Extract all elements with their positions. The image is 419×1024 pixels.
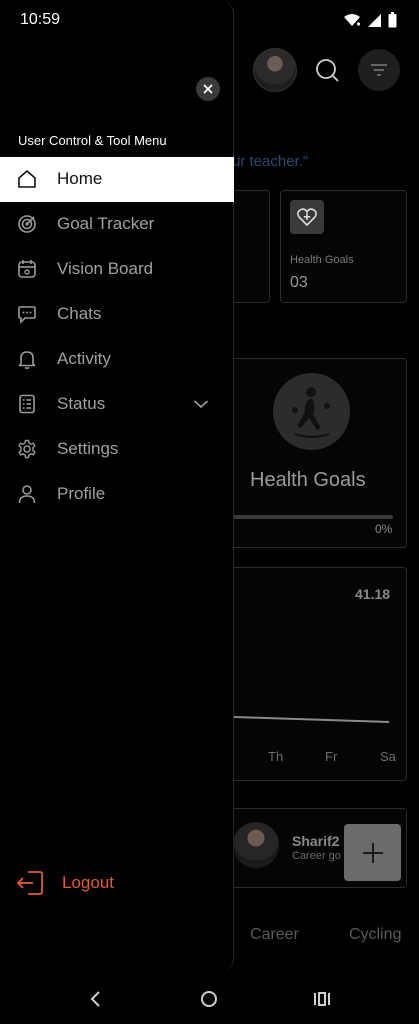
menu-item-activity[interactable]: Activity [0, 337, 234, 382]
plus-icon [362, 842, 383, 863]
chart-day-label: Sa [380, 749, 396, 764]
menu-item-goal-tracker[interactable]: Goal Tracker [0, 202, 234, 247]
home-icon [16, 168, 38, 190]
user-icon [16, 483, 38, 505]
battery-icon [388, 12, 397, 28]
filter-icon [371, 64, 387, 76]
menu-item-label: Chats [57, 304, 102, 324]
logout-button[interactable]: Logout [16, 869, 114, 897]
tab-cycling[interactable]: Cycling [349, 926, 401, 944]
gear-icon [16, 438, 38, 460]
wifi-icon [344, 14, 361, 26]
signal-icon [368, 13, 381, 27]
goal-title: Health Goals [250, 469, 366, 491]
chart-day-label: Fr [325, 749, 338, 764]
goal-progress-bar [232, 515, 393, 519]
calendar-icon [16, 258, 38, 280]
recents-icon[interactable] [313, 990, 331, 1008]
menu-item-label: Activity [57, 349, 111, 368]
search-icon[interactable] [315, 58, 341, 84]
menu-item-status[interactable]: Status [0, 381, 234, 426]
list-icon [16, 393, 38, 415]
menu-item-label: Profile [57, 483, 106, 503]
menu-item-profile[interactable]: Profile [0, 471, 234, 516]
menu-item-chats[interactable]: Chats [0, 292, 234, 337]
menu-item-home[interactable]: Home [0, 157, 234, 202]
menu-item-settings[interactable]: Settings [0, 426, 234, 471]
menu-list: Home Goal Tracker Vision Board Chats Act… [0, 157, 234, 516]
home-nav-icon[interactable] [200, 990, 218, 1008]
chart-day-label: Th [268, 749, 284, 764]
menu-item-label: Settings [57, 438, 119, 458]
header-avatar[interactable] [253, 48, 297, 92]
tab-career[interactable]: Career [250, 926, 299, 944]
chart-value: 41.18 [355, 586, 391, 602]
menu-item-label: Home [57, 169, 103, 189]
health-goals-label: Health Goals [290, 254, 354, 266]
user-name: Sharif2 [292, 833, 340, 849]
chart-line [234, 716, 390, 723]
health-goals-count: 03 [290, 274, 308, 291]
back-icon[interactable] [88, 990, 102, 1008]
quote-text: ur teacher." [232, 153, 309, 170]
chevron-down-icon[interactable] [193, 399, 209, 409]
goal-percent: 0% [375, 522, 393, 536]
chat-icon [16, 303, 38, 325]
target-icon [16, 213, 38, 235]
status-icons [343, 12, 397, 28]
add-button[interactable] [344, 824, 401, 881]
user-avatar [233, 822, 279, 868]
logout-label: Logout [62, 873, 114, 892]
yoga-illustration [273, 373, 350, 450]
close-icon [203, 84, 213, 94]
status-time: 10:59 [20, 11, 61, 28]
status-bar: 10:59 [0, 0, 419, 40]
menu-item-label: Vision Board [57, 259, 154, 279]
menu-heading: User Control & Tool Menu [18, 133, 167, 148]
user-subtitle: Career go [292, 850, 341, 862]
menu-item-label: Goal Tracker [57, 214, 155, 234]
bell-icon [16, 348, 38, 370]
logout-icon [16, 871, 43, 895]
menu-item-label: Status [57, 393, 106, 413]
close-drawer-button[interactable] [196, 77, 220, 101]
menu-item-vision-board[interactable]: Vision Board [0, 247, 234, 292]
filter-button[interactable] [358, 49, 400, 91]
system-nav-bar [0, 978, 419, 1024]
heart-plus-icon [290, 200, 324, 234]
side-drawer: User Control & Tool Menu Home Goal Track… [0, 0, 234, 972]
